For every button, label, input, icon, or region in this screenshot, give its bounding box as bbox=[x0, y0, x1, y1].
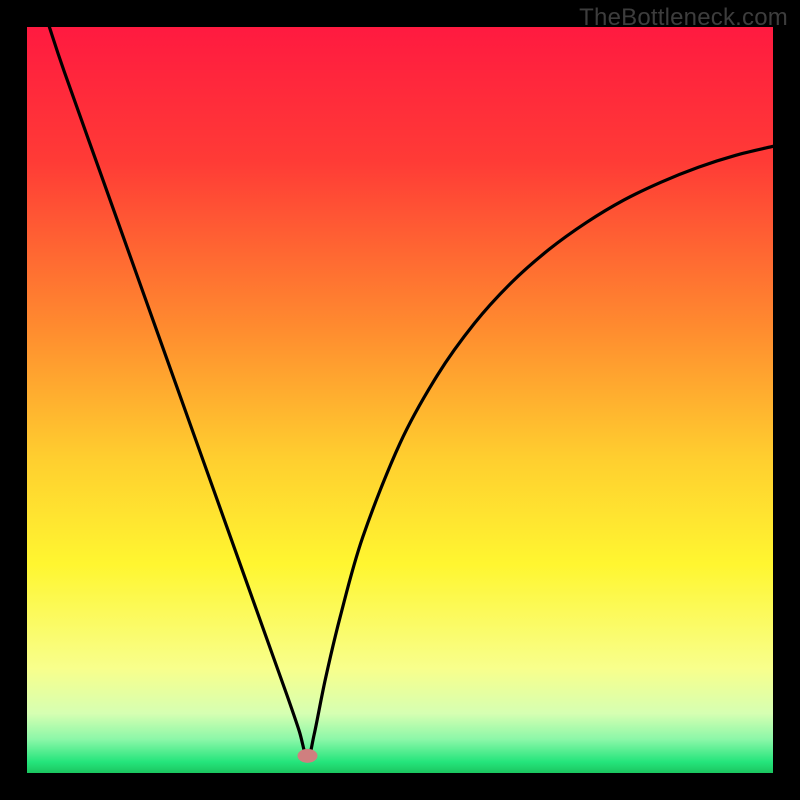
chart-svg bbox=[27, 27, 773, 773]
optimal-point-marker bbox=[298, 749, 318, 763]
chart-frame: TheBottleneck.com bbox=[0, 0, 800, 800]
plot-area bbox=[27, 27, 773, 773]
gradient-background bbox=[27, 27, 773, 773]
